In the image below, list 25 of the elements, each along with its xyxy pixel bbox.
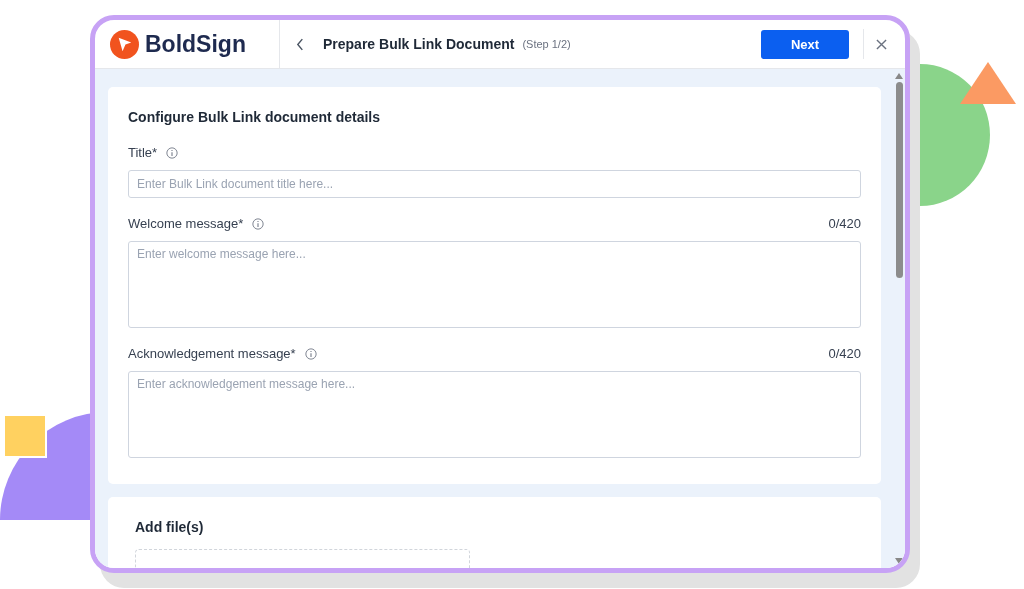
field-label: Acknowledgement message* <box>128 346 296 361</box>
section-heading: Configure Bulk Link document details <box>128 109 382 125</box>
field-label: Title* <box>128 145 158 160</box>
logo-icon <box>110 29 139 59</box>
step-indicator: (Step 1/2) <box>522 38 571 50</box>
triangle-decoration <box>958 62 1018 104</box>
scrollbar-thumb[interactable] <box>895 82 903 278</box>
square-decoration <box>3 414 47 458</box>
back-chevron-icon[interactable] <box>296 37 305 51</box>
info-icon[interactable] <box>252 217 265 230</box>
message-text-area[interactable]: Enter welcome message here... <box>128 241 861 328</box>
title-input-field[interactable]: Enter Bulk Link document title here... <box>128 170 861 198</box>
info-icon[interactable] <box>166 146 179 159</box>
character-counter: 0/420 <box>828 346 861 361</box>
next-button[interactable]: Next <box>761 29 849 59</box>
scroll-down-arrow-icon[interactable] <box>895 558 903 564</box>
info-icon[interactable] <box>304 347 317 360</box>
message-text-area[interactable]: Enter acknowledgement message here... <box>128 371 861 458</box>
character-counter: 0/420 <box>828 216 861 231</box>
close-icon[interactable] <box>876 38 887 50</box>
section-heading: Add file(s) <box>135 519 205 535</box>
field-label: Welcome message* <box>128 216 244 231</box>
page-title: Prepare Bulk Link Document <box>323 36 515 52</box>
logo-text: BoldSign <box>145 30 246 58</box>
scroll-up-arrow-icon[interactable] <box>895 73 903 79</box>
